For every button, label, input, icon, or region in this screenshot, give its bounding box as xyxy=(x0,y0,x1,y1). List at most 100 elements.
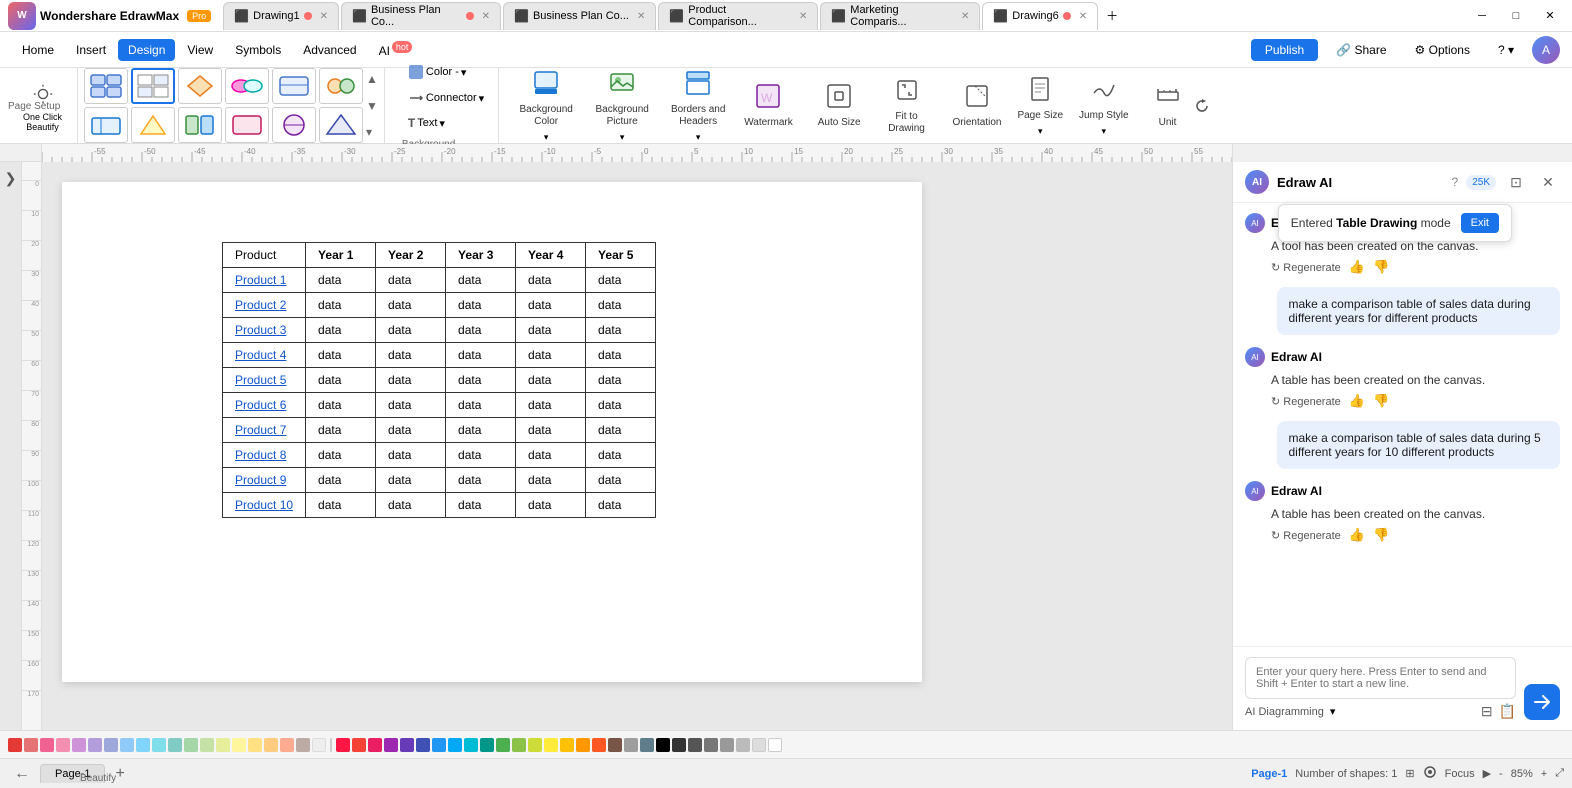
tab-marketing[interactable]: ⬛ Marketing Comparis... ✕ xyxy=(820,2,980,30)
thumbup-button-3[interactable]: 👍 xyxy=(1349,527,1365,543)
table-cell-data[interactable]: data xyxy=(516,493,586,518)
menu-view[interactable]: View xyxy=(177,39,223,61)
menu-design[interactable]: Design xyxy=(118,39,175,61)
color-palette-item-46[interactable] xyxy=(752,738,766,752)
shape-style-12[interactable] xyxy=(319,107,363,143)
color-palette-item-21[interactable] xyxy=(352,738,366,752)
unit-button[interactable]: Unit xyxy=(1146,76,1190,135)
table-cell-data[interactable]: data xyxy=(516,418,586,443)
table-cell-data[interactable]: data xyxy=(376,343,446,368)
canvas-area[interactable]: Product Year 1 Year 2 Year 3 Year 4 Year… xyxy=(42,162,1232,730)
color-palette-item-4[interactable] xyxy=(72,738,86,752)
minimize-button[interactable]: ─ xyxy=(1468,6,1496,26)
regenerate-button-2[interactable]: ↻ Regenerate xyxy=(1271,395,1341,408)
color-dropdown[interactable]: Color - ▾ xyxy=(402,61,473,83)
table-cell-product[interactable]: Product 8 xyxy=(223,443,306,468)
table-row[interactable]: Product 6datadatadatadatadata xyxy=(223,393,656,418)
shape-scroll-down[interactable]: ▼ xyxy=(366,99,378,113)
ai-send-button[interactable] xyxy=(1524,684,1560,720)
color-palette-item-11[interactable] xyxy=(184,738,198,752)
tab-drawing1[interactable]: ⬛ Drawing1 ✕ xyxy=(223,2,339,30)
color-palette-item-43[interactable] xyxy=(704,738,718,752)
ai-minimize-button[interactable]: ⊡ xyxy=(1504,170,1528,194)
fit-view-button[interactable]: ⤢ xyxy=(1555,767,1564,780)
table-cell-data[interactable]: data xyxy=(516,443,586,468)
close-button[interactable]: ✕ xyxy=(1536,6,1564,26)
table-row[interactable]: Product 10datadatadatadatadata xyxy=(223,493,656,518)
color-palette-item-2[interactable] xyxy=(40,738,54,752)
color-palette-item-1[interactable] xyxy=(24,738,38,752)
table-cell-data[interactable]: data xyxy=(516,343,586,368)
play-button[interactable]: ▶ xyxy=(1483,767,1491,780)
tab-product[interactable]: ⬛ Product Comparison... ✕ xyxy=(658,2,818,30)
exit-mode-button[interactable]: Exit xyxy=(1461,213,1499,233)
table-cell-data[interactable]: data xyxy=(586,493,656,518)
regenerate-button-1[interactable]: ↻ Regenerate xyxy=(1271,261,1341,274)
shape-style-5[interactable] xyxy=(272,68,316,104)
ai-mode-chevron[interactable]: ▾ xyxy=(1330,705,1336,718)
shape-style-7[interactable] xyxy=(84,107,128,143)
color-palette-item-9[interactable] xyxy=(152,738,166,752)
color-palette-item-17[interactable] xyxy=(280,738,294,752)
table-cell-data[interactable]: data xyxy=(586,293,656,318)
new-tab-button[interactable]: ＋ xyxy=(1100,4,1124,28)
table-row[interactable]: Product 5datadatadatadatadata xyxy=(223,368,656,393)
color-palette-item-31[interactable] xyxy=(512,738,526,752)
table-cell-product[interactable]: Product 3 xyxy=(223,318,306,343)
ai-input-field[interactable] xyxy=(1245,657,1516,699)
table-cell-data[interactable]: data xyxy=(306,368,376,393)
shape-style-11[interactable] xyxy=(272,107,316,143)
table-cell-data[interactable]: data xyxy=(446,418,516,443)
ai-close-button[interactable]: ✕ xyxy=(1536,170,1560,194)
color-palette-item-14[interactable] xyxy=(232,738,246,752)
ai-help-icon[interactable]: ? xyxy=(1452,175,1459,189)
table-cell-data[interactable]: data xyxy=(376,268,446,293)
maximize-button[interactable]: □ xyxy=(1502,6,1530,26)
table-cell-data[interactable]: data xyxy=(586,343,656,368)
color-palette-item-45[interactable] xyxy=(736,738,750,752)
table-cell-data[interactable]: data xyxy=(376,493,446,518)
table-cell-data[interactable]: data xyxy=(306,293,376,318)
table-cell-data[interactable]: data xyxy=(306,393,376,418)
table-cell-data[interactable]: data xyxy=(446,368,516,393)
borders-headers-button[interactable]: Borders and Headers ▾ xyxy=(660,63,736,149)
menu-ai[interactable]: AIhot xyxy=(369,38,423,62)
publish-button[interactable]: Publish xyxy=(1251,39,1318,61)
table-cell-product[interactable]: Product 9 xyxy=(223,468,306,493)
shape-style-2[interactable] xyxy=(131,68,175,104)
table-cell-data[interactable]: data xyxy=(516,268,586,293)
zoom-out-button[interactable]: - xyxy=(1499,768,1503,780)
table-cell-data[interactable]: data xyxy=(586,318,656,343)
table-cell-data[interactable]: data xyxy=(306,318,376,343)
color-palette-item-35[interactable] xyxy=(576,738,590,752)
table-cell-product[interactable]: Product 1 xyxy=(223,268,306,293)
table-cell-data[interactable]: data xyxy=(306,268,376,293)
background-picture-button[interactable]: Background Picture ▾ xyxy=(584,63,660,149)
background-color-button[interactable]: Background Color ▾ xyxy=(508,63,584,149)
table-cell-data[interactable]: data xyxy=(516,368,586,393)
color-palette-item-16[interactable] xyxy=(264,738,278,752)
thumbdown-button-3[interactable]: 👎 xyxy=(1373,527,1389,543)
table-cell-data[interactable]: data xyxy=(516,393,586,418)
table-cell-data[interactable]: data xyxy=(516,468,586,493)
regenerate-button-3[interactable]: ↻ Regenerate xyxy=(1271,529,1341,542)
comparison-table[interactable]: Product Year 1 Year 2 Year 3 Year 4 Year… xyxy=(222,242,656,518)
table-cell-product[interactable]: Product 7 xyxy=(223,418,306,443)
table-cell-data[interactable]: data xyxy=(446,343,516,368)
page-setup-refresh[interactable] xyxy=(1194,98,1210,114)
table-cell-data[interactable]: data xyxy=(306,493,376,518)
color-palette-item-34[interactable] xyxy=(560,738,574,752)
shape-scroll-up[interactable]: ▲ xyxy=(366,72,378,86)
color-palette-item-22[interactable] xyxy=(368,738,382,752)
color-palette-item-28[interactable] xyxy=(464,738,478,752)
table-cell-data[interactable]: data xyxy=(306,343,376,368)
shape-style-1[interactable] xyxy=(84,68,128,104)
table-cell-data[interactable]: data xyxy=(586,393,656,418)
color-palette-item-13[interactable] xyxy=(216,738,230,752)
color-palette-item-30[interactable] xyxy=(496,738,510,752)
shape-style-9[interactable] xyxy=(178,107,222,143)
help-button[interactable]: ? ▾ xyxy=(1488,39,1524,61)
connector-dropdown[interactable]: Connector ▾ xyxy=(402,87,490,109)
color-palette-item-3[interactable] xyxy=(56,738,70,752)
share-button[interactable]: 🔗 Share xyxy=(1326,39,1396,61)
